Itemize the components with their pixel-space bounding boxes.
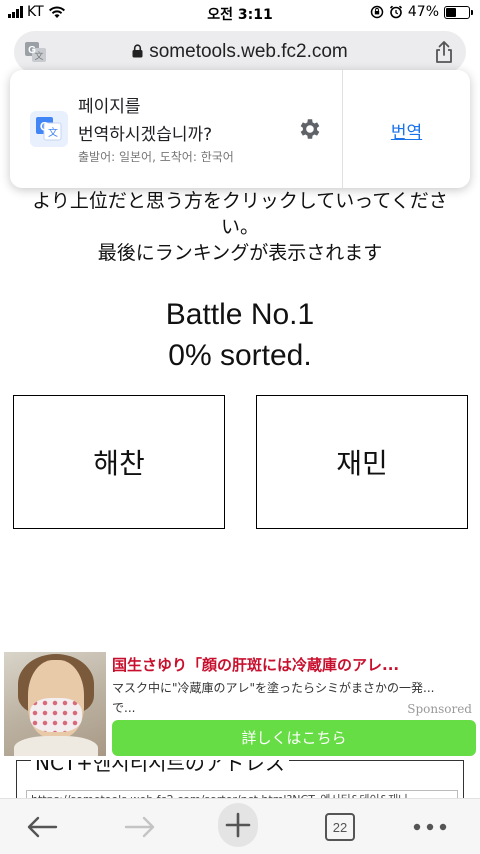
- browser-toolbar: 22: [0, 798, 480, 854]
- google-translate-icon: G 文: [30, 111, 68, 147]
- battery-icon: [444, 5, 473, 19]
- translate-button[interactable]: 번역: [343, 118, 470, 143]
- intro-text: より上位だと思う方をクリックしていってくださ い。 最後にランキングが表示されま…: [0, 188, 480, 266]
- rotation-lock-icon: [370, 5, 384, 19]
- forward-button[interactable]: [120, 807, 160, 847]
- choice-right-button[interactable]: 재민: [256, 395, 468, 529]
- url-text-wrap[interactable]: sometools.web.fc2.com: [14, 41, 466, 63]
- new-tab-button[interactable]: [218, 803, 258, 847]
- ad-headline[interactable]: 国生さゆり「顔の肝斑には冷蔵庫のアレ...: [112, 654, 476, 675]
- ad-image[interactable]: [4, 652, 106, 756]
- more-icon: [413, 823, 447, 831]
- forward-arrow-icon: [124, 816, 155, 838]
- svg-text:文: 文: [48, 126, 58, 139]
- translate-prompt: G 文 페이지를 번역하시겠습니까? 출발어: 일본어, 도착어: 한국어 번역: [10, 70, 470, 188]
- translate-title-line1: 페이지를: [78, 97, 141, 117]
- sponsored-label: Sponsored: [407, 702, 472, 716]
- back-arrow-icon: [27, 816, 58, 838]
- gear-icon[interactable]: [296, 116, 322, 142]
- choice-left-button[interactable]: 해찬: [13, 395, 225, 529]
- url-text: sometools.web.fc2.com: [149, 41, 348, 62]
- tab-count: 22: [325, 813, 355, 841]
- menu-button[interactable]: [410, 807, 450, 847]
- sorted-progress: 0% sorted.: [168, 339, 312, 372]
- tabs-button[interactable]: 22: [320, 807, 360, 847]
- choice-right-label: 재민: [336, 447, 388, 480]
- choice-left-label: 해찬: [93, 447, 145, 480]
- plus-icon: [218, 803, 258, 847]
- sponsored-ad[interactable]: 国生さゆり「顔の肝斑には冷蔵庫のアレ... マスク中に"冷蔵庫のアレ"を塗ったら…: [0, 648, 480, 760]
- battle-number: Battle No.1: [165, 298, 315, 331]
- battery-level: [446, 7, 457, 17]
- intro-line1: より上位だと思う方をクリックしていってくださ: [32, 190, 448, 212]
- intro-line3: 最後にランキングが表示されます: [97, 242, 383, 264]
- ad-description-line1: マスク中に"冷蔵庫のアレ"を塗ったらシミがまさかの一発...: [112, 681, 435, 695]
- battery-percent: 47%: [407, 4, 439, 20]
- address-bar[interactable]: G 文 sometools.web.fc2.com: [14, 31, 466, 73]
- status-right: 47%: [370, 4, 473, 20]
- back-button[interactable]: [22, 807, 62, 847]
- translate-languages: 출발어: 일본어, 도착어: 한국어: [78, 150, 234, 164]
- intro-line2: い。: [220, 216, 259, 238]
- status-bar: KT 오전 3:11 47%: [0, 0, 480, 28]
- alarm-icon: [389, 5, 402, 19]
- ad-cta-button[interactable]: 詳しくはこちら: [112, 720, 476, 756]
- share-icon[interactable]: [434, 40, 454, 64]
- translate-title-line2: 번역하시겠습니까?: [78, 125, 213, 145]
- lock-icon: [132, 44, 143, 58]
